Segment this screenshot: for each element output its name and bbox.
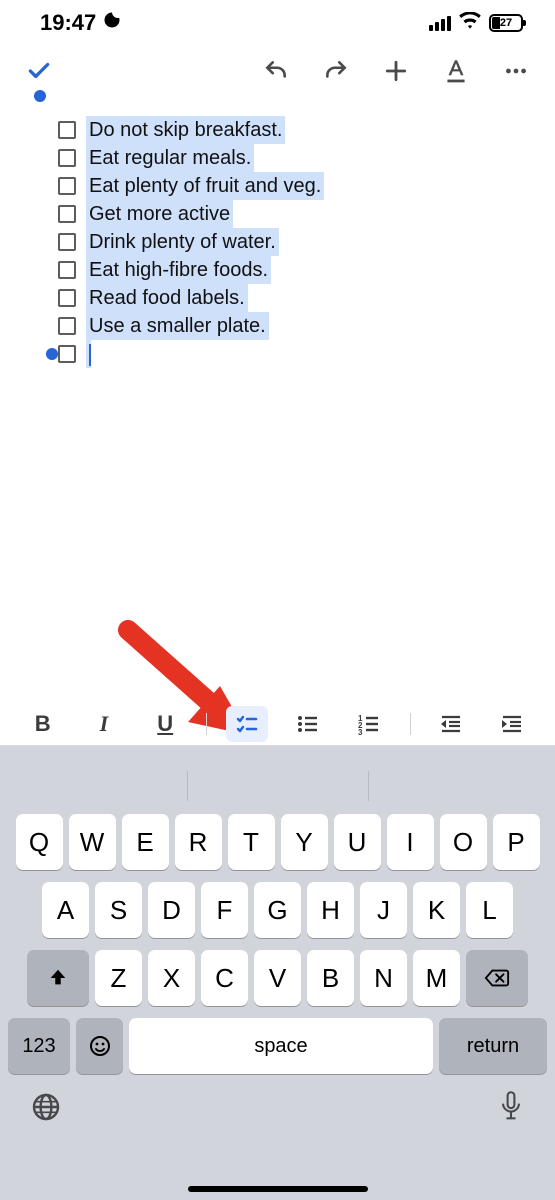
shift-key[interactable] bbox=[27, 950, 89, 1006]
key-i[interactable]: I bbox=[387, 814, 434, 870]
checklist-item[interactable]: Get more active bbox=[58, 200, 497, 228]
key-a[interactable]: A bbox=[42, 882, 89, 938]
key-e[interactable]: E bbox=[122, 814, 169, 870]
numbers-key[interactable]: 123 bbox=[8, 1018, 70, 1074]
status-bar: 19:47 27 bbox=[0, 0, 555, 40]
key-s[interactable]: S bbox=[95, 882, 142, 938]
keyboard-row-1: Q W E R T Y U I O P bbox=[0, 814, 555, 882]
selection-end-handle[interactable] bbox=[46, 348, 58, 360]
selection-start-handle[interactable] bbox=[34, 90, 46, 102]
key-k[interactable]: K bbox=[413, 882, 460, 938]
keyboard-row-3: Z X C V B N M bbox=[0, 950, 555, 1018]
key-d[interactable]: D bbox=[148, 882, 195, 938]
do-not-disturb-icon bbox=[102, 10, 122, 36]
return-key[interactable]: return bbox=[439, 1018, 547, 1074]
key-b[interactable]: B bbox=[307, 950, 354, 1006]
checklist-item-text[interactable]: Eat regular meals. bbox=[86, 144, 254, 172]
bold-button[interactable]: B bbox=[22, 706, 64, 742]
done-button[interactable] bbox=[26, 58, 52, 84]
checkbox[interactable] bbox=[58, 205, 76, 223]
numbered-list-button[interactable]: 123 bbox=[348, 706, 390, 742]
key-m[interactable]: M bbox=[413, 950, 460, 1006]
status-time: 19:47 bbox=[40, 10, 96, 36]
emoji-key[interactable] bbox=[76, 1018, 123, 1074]
italic-button[interactable]: I bbox=[83, 706, 125, 742]
keyboard-suggestion-bar bbox=[0, 758, 555, 814]
redo-button[interactable] bbox=[323, 58, 349, 84]
key-l[interactable]: L bbox=[466, 882, 513, 938]
checkbox[interactable] bbox=[58, 233, 76, 251]
checklist-item[interactable]: Drink plenty of water. bbox=[58, 228, 497, 256]
undo-button[interactable] bbox=[263, 58, 289, 84]
globe-key[interactable] bbox=[30, 1091, 62, 1128]
checkbox[interactable] bbox=[58, 261, 76, 279]
key-w[interactable]: W bbox=[69, 814, 116, 870]
checklist-item-text[interactable]: Get more active bbox=[86, 200, 233, 228]
key-t[interactable]: T bbox=[228, 814, 275, 870]
key-u[interactable]: U bbox=[334, 814, 381, 870]
cellular-signal-icon bbox=[429, 16, 451, 31]
checklist-item-text[interactable]: Do not skip breakfast. bbox=[86, 116, 285, 144]
more-button[interactable] bbox=[503, 58, 529, 84]
indent-button[interactable] bbox=[491, 706, 533, 742]
dictation-key[interactable] bbox=[497, 1090, 525, 1129]
key-n[interactable]: N bbox=[360, 950, 407, 1006]
key-x[interactable]: X bbox=[148, 950, 195, 1006]
format-separator bbox=[206, 713, 207, 735]
add-button[interactable] bbox=[383, 58, 409, 84]
checkbox[interactable] bbox=[58, 289, 76, 307]
home-indicator[interactable] bbox=[188, 1186, 368, 1192]
checklist-item[interactable]: Eat high-fibre foods. bbox=[58, 256, 497, 284]
keyboard: Q W E R T Y U I O P A S D F G H J K L Z … bbox=[0, 746, 555, 1200]
key-h[interactable]: H bbox=[307, 882, 354, 938]
checklist-item-text[interactable]: Read food labels. bbox=[86, 284, 248, 312]
key-c[interactable]: C bbox=[201, 950, 248, 1006]
svg-text:3: 3 bbox=[358, 728, 363, 736]
format-separator bbox=[410, 713, 411, 735]
checkbox[interactable] bbox=[58, 121, 76, 139]
checklist-item-text[interactable]: Eat high-fibre foods. bbox=[86, 256, 271, 284]
checklist-item[interactable]: Do not skip breakfast. bbox=[58, 116, 497, 144]
checklist-item-text[interactable]: Eat plenty of fruit and veg. bbox=[86, 172, 324, 200]
format-bar: B I U 123 bbox=[0, 702, 555, 746]
key-o[interactable]: O bbox=[440, 814, 487, 870]
checklist-item[interactable] bbox=[58, 340, 497, 368]
bullet-list-button[interactable] bbox=[287, 706, 329, 742]
text-format-button[interactable] bbox=[443, 58, 469, 84]
checklist-item[interactable]: Use a smaller plate. bbox=[58, 312, 497, 340]
key-r[interactable]: R bbox=[175, 814, 222, 870]
key-p[interactable]: P bbox=[493, 814, 540, 870]
checklist-button[interactable] bbox=[226, 706, 268, 742]
checklist-item-text[interactable] bbox=[86, 340, 91, 368]
checkbox[interactable] bbox=[58, 345, 76, 363]
keyboard-footer bbox=[0, 1084, 555, 1145]
space-key[interactable]: space bbox=[129, 1018, 433, 1074]
checklist-item[interactable]: Read food labels. bbox=[58, 284, 497, 312]
key-q[interactable]: Q bbox=[16, 814, 63, 870]
outdent-button[interactable] bbox=[430, 706, 472, 742]
note-area[interactable]: Do not skip breakfast. Eat regular meals… bbox=[0, 98, 555, 368]
text-cursor bbox=[89, 344, 91, 366]
checklist-item-text[interactable]: Use a smaller plate. bbox=[86, 312, 269, 340]
checklist-item-text[interactable]: Drink plenty of water. bbox=[86, 228, 279, 256]
wifi-icon bbox=[459, 10, 481, 36]
keyboard-row-4: 123 space return bbox=[0, 1018, 555, 1084]
key-z[interactable]: Z bbox=[95, 950, 142, 1006]
key-y[interactable]: Y bbox=[281, 814, 328, 870]
battery-icon: 27 bbox=[489, 14, 523, 32]
key-v[interactable]: V bbox=[254, 950, 301, 1006]
app-toolbar bbox=[0, 40, 555, 98]
key-j[interactable]: J bbox=[360, 882, 407, 938]
backspace-key[interactable] bbox=[466, 950, 528, 1006]
keyboard-row-2: A S D F G H J K L bbox=[0, 882, 555, 950]
checklist-item[interactable]: Eat plenty of fruit and veg. bbox=[58, 172, 497, 200]
checklist-item[interactable]: Eat regular meals. bbox=[58, 144, 497, 172]
underline-button[interactable]: U bbox=[144, 706, 186, 742]
key-g[interactable]: G bbox=[254, 882, 301, 938]
checkbox[interactable] bbox=[58, 317, 76, 335]
checkbox[interactable] bbox=[58, 177, 76, 195]
checkbox[interactable] bbox=[58, 149, 76, 167]
key-f[interactable]: F bbox=[201, 882, 248, 938]
